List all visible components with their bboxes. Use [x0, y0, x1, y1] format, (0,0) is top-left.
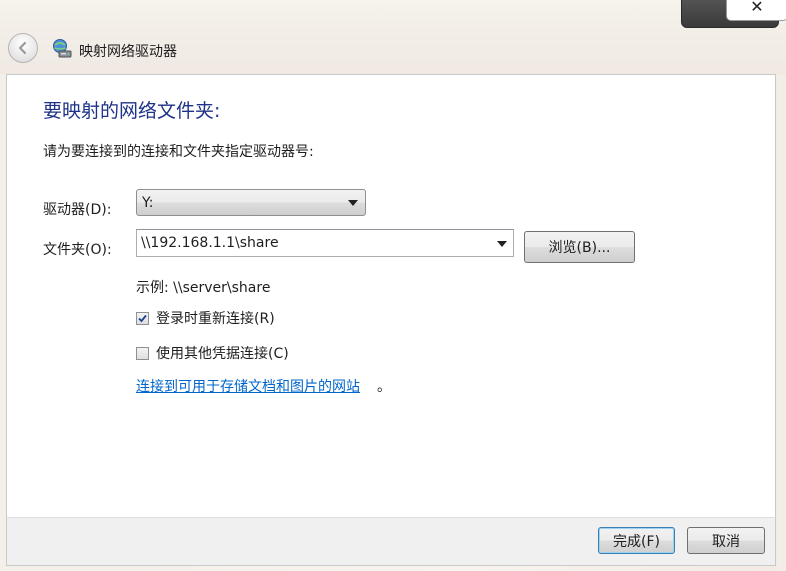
folder-path-input[interactable]: \\192.168.1.1\share	[136, 229, 514, 257]
finish-button[interactable]: 完成(F)	[598, 527, 675, 554]
cancel-button-label: 取消	[712, 533, 740, 550]
cancel-button[interactable]: 取消	[687, 527, 765, 554]
link-suffix: 。	[377, 379, 391, 395]
other-credentials-checkbox[interactable]	[136, 346, 149, 360]
reconnect-label: 登录时重新连接(R)	[156, 311, 275, 327]
browse-button[interactable]: 浏览(B)...	[524, 231, 635, 263]
checkmark-icon	[138, 314, 147, 322]
instruction-text: 请为要连接到的连接和文件夹指定驱动器号:	[43, 144, 314, 160]
finish-button-label: 完成(F)	[613, 533, 660, 550]
connect-website-link[interactable]: 连接到可用于存储文档和图片的网站	[136, 376, 360, 396]
browse-button-label: 浏览(B)...	[548, 240, 611, 256]
window-title: 映射网络驱动器	[79, 44, 177, 60]
folder-label: 文件夹(O):	[43, 242, 112, 258]
drive-label: 驱动器(D):	[43, 202, 112, 218]
dropdown-arrow-icon	[348, 200, 358, 206]
dropdown-arrow-icon[interactable]	[497, 241, 507, 247]
back-button[interactable]	[8, 33, 38, 63]
window-close-area: ✕	[681, 0, 786, 28]
other-credentials-label: 使用其他凭据连接(C)	[156, 346, 289, 362]
window-border	[777, 74, 786, 571]
folder-path-value: \\192.168.1.1\share	[141, 235, 279, 251]
network-drive-icon	[53, 39, 72, 58]
reconnect-checkbox[interactable]	[136, 311, 149, 325]
other-credentials-option[interactable]: 使用其他凭据连接(C)	[136, 343, 289, 363]
page-heading: 要映射的网络文件夹:	[43, 100, 221, 122]
example-text: 示例: \\server\share	[136, 280, 271, 296]
drive-letter-value: Y:	[142, 194, 154, 211]
title-bar	[0, 0, 786, 74]
close-icon: ✕	[750, 0, 764, 16]
reconnect-option[interactable]: 登录时重新连接(R)	[136, 308, 275, 328]
close-button[interactable]: ✕	[726, 0, 786, 21]
drive-letter-select[interactable]: Y:	[136, 189, 366, 216]
back-arrow-icon	[18, 41, 27, 55]
